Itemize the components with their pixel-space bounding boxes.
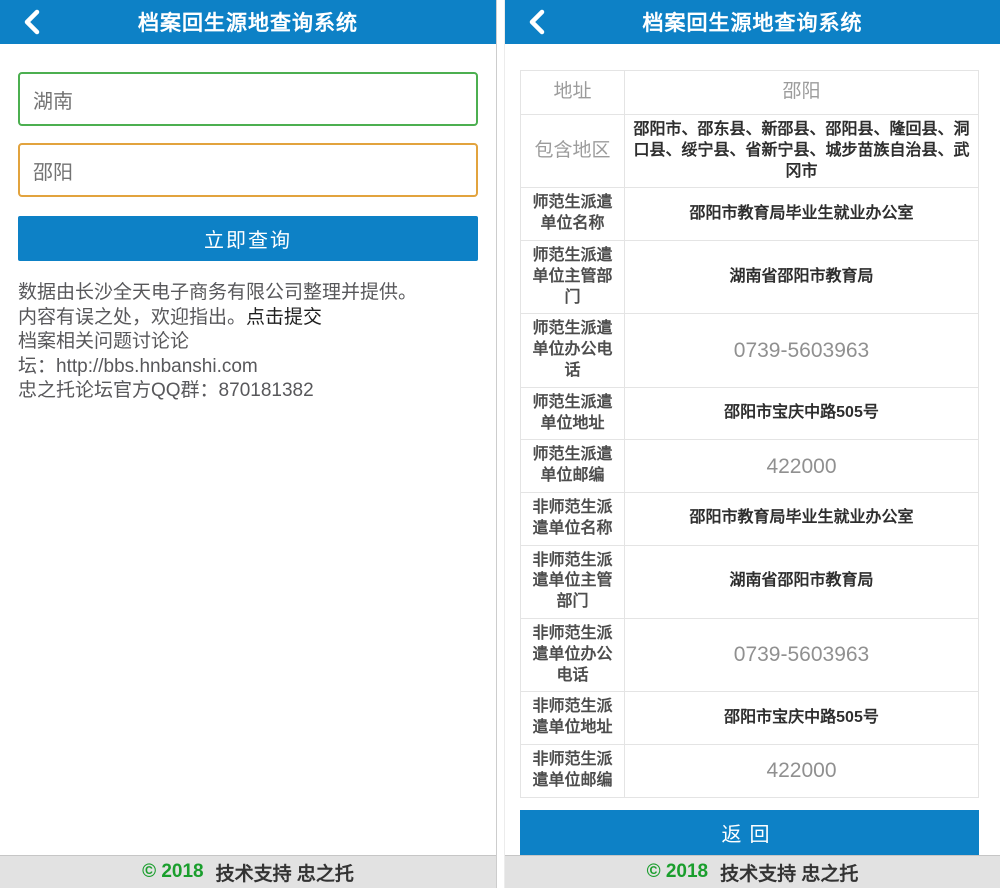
- notice-line-5: 忠之托论坛官方QQ群：870181382: [18, 379, 478, 404]
- back-button[interactable]: [12, 0, 50, 44]
- return-button[interactable]: 返回: [520, 810, 979, 855]
- page-title: 档案回生源地查询系统: [643, 7, 863, 37]
- row-label: 非师范生派遣单位名称: [521, 492, 625, 545]
- row-label: 师范生派遣单位邮编: [521, 440, 625, 493]
- screen-divider: [497, 0, 504, 888]
- app-bar: 档案回生源地查询系统: [505, 0, 1000, 44]
- row-label: 非师范生派遣单位地址: [521, 692, 625, 745]
- row-label: 非师范生派遣单位办公电话: [521, 618, 625, 691]
- notice-line-2: 内容有误之处，欢迎指出。点击提交: [18, 306, 478, 331]
- support-text: 技术支持 忠之托: [720, 859, 858, 886]
- page-title: 档案回生源地查询系统: [138, 7, 358, 37]
- search-form: 立即查询 数据由长沙全天电子商务有限公司整理并提供。 内容有误之处，欢迎指出。点…: [0, 44, 496, 855]
- chevron-left-icon: [23, 9, 40, 35]
- row-value: 422000: [625, 440, 979, 493]
- row-label: 师范生派遣单位名称: [521, 188, 625, 241]
- notice-line-1: 数据由长沙全天电子商务有限公司整理并提供。: [18, 281, 478, 306]
- row-label: 师范生派遣单位地址: [521, 387, 625, 440]
- result-table: 地址 邵阳 包含地区 邵阳市、邵东县、新邵县、邵阳县、隆回县、洞口县、绥宁县、省…: [520, 70, 979, 798]
- two-screen-layout: 档案回生源地查询系统 立即查询 数据由长沙全天电子商务有限公司整理并提供。 内容…: [0, 0, 1000, 888]
- row-label: 师范生派遣单位主管部门: [521, 240, 625, 313]
- submit-feedback-link[interactable]: 点击提交: [246, 307, 322, 328]
- row-value: 湖南省邵阳市教育局: [625, 240, 979, 313]
- notice-text: 数据由长沙全天电子商务有限公司整理并提供。 内容有误之处，欢迎指出。点击提交 档…: [18, 281, 478, 404]
- row-value: 邵阳市教育局毕业生就业办公室: [625, 188, 979, 241]
- row-value: 0739-5603963: [625, 618, 979, 691]
- row-value: 422000: [625, 744, 979, 797]
- row-label: 师范生派遣单位办公电话: [521, 314, 625, 387]
- table-row: 师范生派遣单位主管部门 湖南省邵阳市教育局: [521, 240, 979, 313]
- table-row: 师范生派遣单位办公电话 0739-5603963: [521, 314, 979, 387]
- back-button[interactable]: [517, 0, 555, 44]
- chevron-left-icon: [528, 9, 545, 35]
- table-row: 非师范生派遣单位办公电话 0739-5603963: [521, 618, 979, 691]
- table-row: 师范生派遣单位邮编 422000: [521, 440, 979, 493]
- copyright-year: © 2018: [647, 861, 709, 883]
- row-value: 邵阳市宝庆中路505号: [625, 692, 979, 745]
- support-text: 技术支持 忠之托: [216, 859, 354, 886]
- query-button[interactable]: 立即查询: [18, 216, 478, 261]
- row-value: 邵阳市教育局毕业生就业办公室: [625, 492, 979, 545]
- result-content: 地址 邵阳 包含地区 邵阳市、邵东县、新邵县、邵阳县、隆回县、洞口县、绥宁县、省…: [505, 44, 1000, 855]
- row-value: 湖南省邵阳市教育局: [625, 545, 979, 618]
- footer: © 2018 技术支持 忠之托: [505, 855, 1000, 888]
- search-screen: 档案回生源地查询系统 立即查询 数据由长沙全天电子商务有限公司整理并提供。 内容…: [0, 0, 497, 888]
- table-row: 非师范生派遣单位邮编 422000: [521, 744, 979, 797]
- notice-line-4-prefix: 坛：: [18, 356, 56, 377]
- city-input[interactable]: [18, 143, 478, 197]
- footer: © 2018 技术支持 忠之托: [0, 855, 496, 888]
- table-row: 师范生派遣单位地址 邵阳市宝庆中路505号: [521, 387, 979, 440]
- notice-line-2-text: 内容有误之处，欢迎指出。: [18, 307, 246, 328]
- row-value: 邵阳: [625, 71, 979, 115]
- row-value: 邵阳市、邵东县、新邵县、邵阳县、隆回县、洞口县、绥宁县、省新宁县、城步苗族自治县…: [625, 115, 979, 188]
- row-label: 包含地区: [521, 115, 625, 188]
- copyright-year: © 2018: [142, 861, 204, 883]
- table-row: 非师范生派遣单位地址 邵阳市宝庆中路505号: [521, 692, 979, 745]
- notice-line-4: 坛：http://bbs.hnbanshi.com: [18, 355, 478, 380]
- forum-url: http://bbs.hnbanshi.com: [56, 356, 258, 377]
- table-row: 师范生派遣单位名称 邵阳市教育局毕业生就业办公室: [521, 188, 979, 241]
- table-row: 非师范生派遣单位名称 邵阳市教育局毕业生就业办公室: [521, 492, 979, 545]
- row-label: 非师范生派遣单位主管部门: [521, 545, 625, 618]
- row-value: 0739-5603963: [625, 314, 979, 387]
- app-bar: 档案回生源地查询系统: [0, 0, 496, 44]
- result-screen: 档案回生源地查询系统 地址 邵阳 包含地区 邵阳市、邵东县、新邵县、邵阳县、隆回…: [504, 0, 1000, 888]
- province-input[interactable]: [18, 72, 478, 126]
- table-row: 地址 邵阳: [521, 71, 979, 115]
- row-label: 非师范生派遣单位邮编: [521, 744, 625, 797]
- table-row: 包含地区 邵阳市、邵东县、新邵县、邵阳县、隆回县、洞口县、绥宁县、省新宁县、城步…: [521, 115, 979, 188]
- row-label: 地址: [521, 71, 625, 115]
- row-value: 邵阳市宝庆中路505号: [625, 387, 979, 440]
- notice-line-3: 档案相关问题讨论论: [18, 330, 478, 355]
- table-row: 非师范生派遣单位主管部门 湖南省邵阳市教育局: [521, 545, 979, 618]
